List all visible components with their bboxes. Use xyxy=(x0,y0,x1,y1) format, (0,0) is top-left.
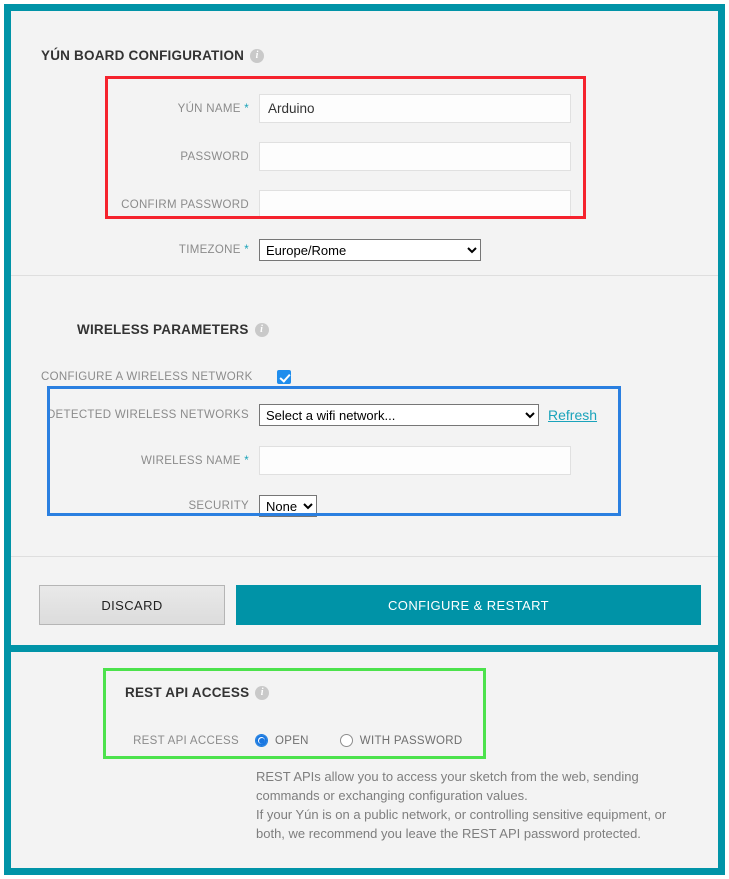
radio-open[interactable] xyxy=(255,734,268,747)
rest-api-with-password-option[interactable]: WITH PASSWORD xyxy=(339,734,463,747)
page-root: YÚN BOARD CONFIGURATION i YÚN NAME * PAS… xyxy=(0,0,729,879)
required-marker: * xyxy=(244,244,249,256)
section-divider-1 xyxy=(11,275,718,276)
configure-wireless-row: CONFIGURE A WIRELESS NETWORK xyxy=(41,370,291,384)
board-section-title: YÚN BOARD CONFIGURATION i xyxy=(41,48,265,63)
yun-name-input[interactable] xyxy=(259,94,571,123)
discard-button[interactable]: DISCARD xyxy=(39,585,225,625)
configuration-panel: YÚN BOARD CONFIGURATION i YÚN NAME * PAS… xyxy=(4,4,725,645)
configure-restart-button[interactable]: CONFIGURE & RESTART xyxy=(236,585,701,625)
yun-name-label: YÚN NAME * xyxy=(177,102,249,115)
refresh-link[interactable]: Refresh xyxy=(548,407,597,423)
wireless-name-row: WIRELESS NAME * xyxy=(11,446,711,475)
radio-open-label: OPEN xyxy=(275,734,309,747)
required-marker: * xyxy=(244,454,249,467)
confirm-password-input[interactable] xyxy=(259,190,571,219)
security-select[interactable]: None xyxy=(259,495,317,517)
wireless-name-label: WIRELESS NAME * xyxy=(140,454,249,467)
section-divider-2 xyxy=(11,556,718,557)
password-row: PASSWORD xyxy=(11,142,711,171)
description-line: both, we recommend you leave the REST AP… xyxy=(256,826,641,841)
yun-name-row: YÚN NAME * xyxy=(11,94,711,123)
timezone-label: TIMEZONE * xyxy=(178,244,249,256)
detected-networks-select[interactable]: Select a wifi network... xyxy=(259,404,539,426)
detected-networks-row: DETECTED WIRELESS NETWORKS Select a wifi… xyxy=(11,404,711,426)
password-input[interactable] xyxy=(259,142,571,171)
required-marker: * xyxy=(244,102,249,115)
rest-section-title-text: REST API ACCESS xyxy=(125,685,250,700)
info-icon[interactable]: i xyxy=(250,48,265,63)
configure-wireless-label: CONFIGURE A WIRELESS NETWORK xyxy=(41,371,253,383)
rest-api-access-row: REST API ACCESS OPEN WITH PASSWORD xyxy=(11,734,711,747)
confirm-password-row: CONFIRM PASSWORD xyxy=(11,190,711,219)
timezone-row: TIMEZONE * Europe/Rome xyxy=(11,239,711,261)
wireless-section-title: WIRELESS PARAMETERS i xyxy=(77,322,269,337)
info-icon[interactable]: i xyxy=(254,322,269,337)
wireless-name-input[interactable] xyxy=(259,446,571,475)
wireless-section-title-text: WIRELESS PARAMETERS xyxy=(77,322,249,337)
confirm-password-label: CONFIRM PASSWORD xyxy=(121,198,249,211)
info-icon[interactable]: i xyxy=(255,685,270,700)
board-section-title-text: YÚN BOARD CONFIGURATION xyxy=(41,48,245,63)
rest-api-panel: REST API ACCESS i REST API ACCESS OPEN W… xyxy=(4,645,725,875)
security-row: SECURITY None xyxy=(11,495,711,517)
description-line: REST APIs allow you to access your sketc… xyxy=(256,769,639,784)
rest-section-title: REST API ACCESS i xyxy=(125,685,270,700)
rest-api-access-label: REST API ACCESS xyxy=(133,734,239,747)
radio-with-password-label: WITH PASSWORD xyxy=(359,734,463,747)
password-label: PASSWORD xyxy=(180,150,249,163)
rest-api-description: REST APIs allow you to access your sketc… xyxy=(256,767,706,843)
rest-api-open-option[interactable]: OPEN xyxy=(255,734,309,747)
detected-networks-label: DETECTED WIRELESS NETWORKS xyxy=(46,409,249,421)
description-line: commands or exchanging configuration val… xyxy=(256,788,528,803)
timezone-select[interactable]: Europe/Rome xyxy=(259,239,481,261)
security-label: SECURITY xyxy=(188,500,249,512)
description-line: If your Yún is on a public network, or c… xyxy=(256,807,667,822)
configure-wireless-checkbox[interactable] xyxy=(276,370,291,384)
radio-with-password[interactable] xyxy=(339,734,353,747)
